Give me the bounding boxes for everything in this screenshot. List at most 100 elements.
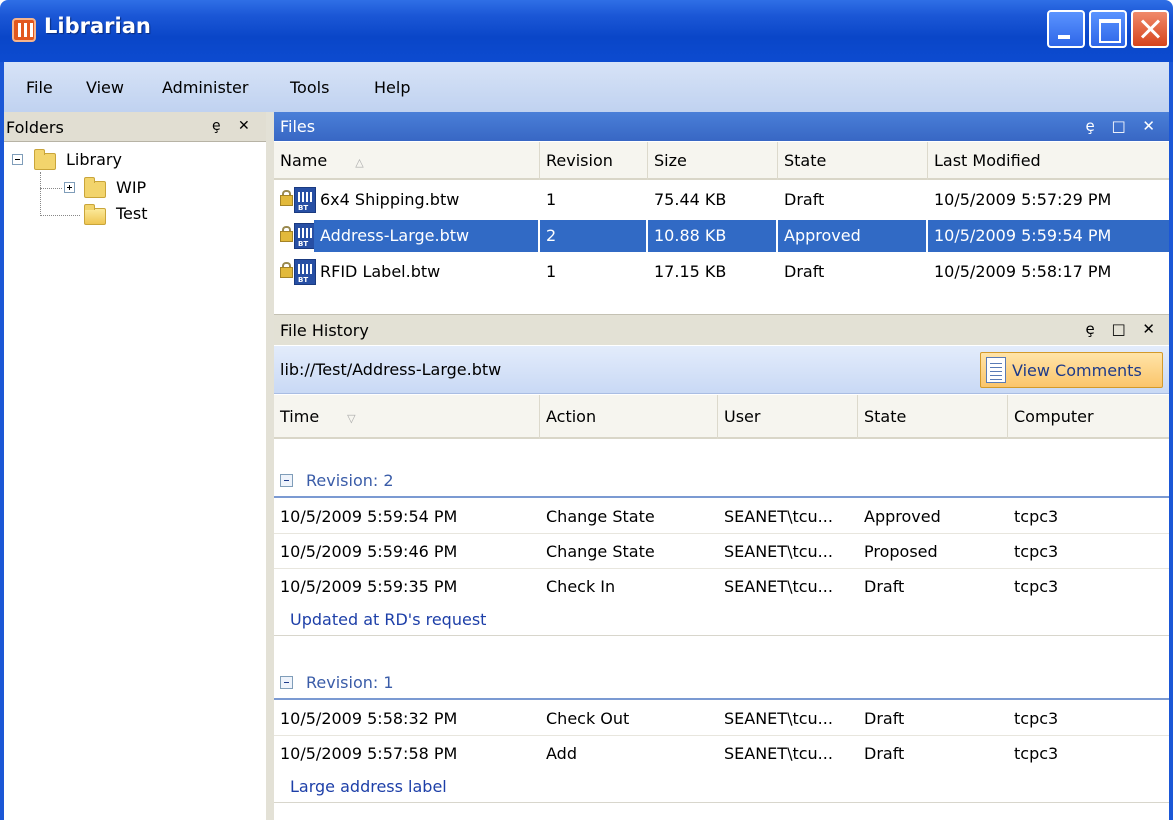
history-time: 10/5/2009 5:57:58 PM	[280, 744, 458, 763]
history-pane-controls-icon[interactable]: ȩ □ ✕	[1085, 320, 1161, 338]
history-computer: tcpc3	[1014, 542, 1059, 561]
sort-asc-icon: △	[355, 156, 364, 169]
view-comments-label: View Comments	[1012, 361, 1142, 380]
history-user: SEANET\tcu...	[724, 709, 833, 728]
tree-node-wip[interactable]: WIP	[116, 178, 146, 197]
files-pane-controls-icon[interactable]: ȩ □ ✕	[1085, 117, 1161, 135]
collapse-group-icon[interactable]	[280, 676, 293, 689]
files-pane-header: Files ȩ □ ✕	[274, 112, 1169, 141]
history-row[interactable]: 10/5/2009 5:59:46 PM Change State SEANET…	[274, 535, 1169, 569]
sort-desc-icon: ▽	[347, 412, 356, 425]
btw-file-icon	[294, 259, 316, 285]
menu-view[interactable]: View	[86, 78, 124, 97]
btw-file-icon	[294, 187, 316, 213]
history-time: 10/5/2009 5:59:46 PM	[280, 542, 458, 561]
column-state[interactable]: State	[858, 395, 1008, 439]
comments-document-icon	[986, 357, 1006, 383]
history-computer: tcpc3	[1014, 507, 1059, 526]
minimize-button[interactable]	[1047, 10, 1085, 48]
file-modified: 10/5/2009 5:58:17 PM	[934, 262, 1112, 281]
tree-node-test[interactable]: Test	[116, 204, 148, 223]
files-title: Files	[280, 117, 316, 136]
file-row-selected[interactable]: Address-Large.btw 2 10.88 KB Approved 10…	[274, 220, 1169, 252]
history-row[interactable]: 10/5/2009 5:57:58 PM Add SEANET\tcu... D…	[274, 737, 1169, 771]
column-name-label: Name	[280, 151, 328, 170]
file-row[interactable]: RFID Label.btw 1 17.15 KB Draft 10/5/200…	[274, 256, 1169, 288]
wip-expand-toggle[interactable]	[64, 182, 75, 193]
history-state: Proposed	[864, 542, 938, 561]
pane-splitter[interactable]	[266, 112, 274, 820]
file-size: 10.88 KB	[648, 220, 776, 252]
column-last-modified[interactable]: Last Modified	[928, 142, 1169, 180]
librarian-app-icon	[12, 18, 36, 42]
revision-comment: Large address label	[274, 771, 1169, 803]
column-computer[interactable]: Computer	[1008, 395, 1169, 439]
history-user: SEANET\tcu...	[724, 542, 833, 561]
library-collapse-toggle[interactable]	[12, 154, 23, 165]
history-time: 10/5/2009 5:58:32 PM	[280, 709, 458, 728]
history-state: Draft	[864, 709, 905, 728]
revision-group-label: Revision: 2	[306, 471, 394, 490]
history-state: Approved	[864, 507, 941, 526]
file-row[interactable]: 6x4 Shipping.btw 1 75.44 KB Draft 10/5/2…	[274, 184, 1169, 216]
column-time[interactable]: Time ▽	[274, 395, 540, 439]
column-action[interactable]: Action	[540, 395, 718, 439]
tree-connector	[40, 172, 41, 216]
file-size: 75.44 KB	[654, 190, 727, 209]
column-user[interactable]: User	[718, 395, 858, 439]
maximize-button[interactable]	[1089, 10, 1127, 48]
view-comments-button[interactable]: View Comments	[980, 352, 1163, 388]
tree-node-library[interactable]: Library	[66, 150, 122, 169]
history-action: Change State	[546, 507, 655, 526]
window-title: Librarian	[44, 14, 151, 38]
collapse-group-icon[interactable]	[280, 474, 293, 487]
file-history-pane-header: File History ȩ □ ✕	[274, 314, 1169, 345]
column-name[interactable]: Name △	[274, 142, 540, 180]
revision-comment-text: Updated at RD's request	[290, 610, 487, 629]
library-folder-icon	[34, 149, 56, 170]
revision-comment: Updated at RD's request	[274, 604, 1169, 636]
lock-icon	[280, 262, 293, 279]
menu-bar: File View Administer Tools Help	[0, 62, 1173, 112]
folders-close-icon[interactable]: ✕	[238, 118, 250, 134]
history-action: Check Out	[546, 709, 630, 728]
column-state[interactable]: State	[778, 142, 928, 180]
history-row[interactable]: 10/5/2009 5:58:32 PM Check Out SEANET\tc…	[274, 702, 1169, 736]
btw-file-icon	[294, 223, 316, 249]
title-bar[interactable]: Librarian	[0, 0, 1173, 62]
folders-pane-header: Folders ȩ ✕	[4, 112, 266, 142]
revision-group-label: Revision: 1	[306, 673, 394, 692]
history-file-path: lib://Test/Address-Large.btw	[280, 360, 502, 379]
menu-file[interactable]: File	[26, 78, 53, 97]
window-frame-right	[1169, 112, 1173, 820]
menu-administer[interactable]: Administer	[162, 78, 248, 97]
column-time-label: Time	[280, 407, 320, 426]
file-history-title: File History	[280, 321, 369, 340]
revision-group-header[interactable]: Revision: 2	[274, 464, 1169, 498]
history-action: Check In	[546, 577, 616, 596]
tree-connector	[40, 188, 62, 189]
history-computer: tcpc3	[1014, 744, 1059, 763]
history-row[interactable]: 10/5/2009 5:59:54 PM Change State SEANET…	[274, 500, 1169, 534]
file-state: Approved	[778, 220, 926, 252]
menu-tools[interactable]: Tools	[290, 78, 329, 97]
column-revision[interactable]: Revision	[540, 142, 648, 180]
history-time: 10/5/2009 5:59:35 PM	[280, 577, 458, 596]
folders-pin-icon[interactable]: ȩ	[212, 118, 221, 134]
folders-title: Folders	[6, 118, 64, 137]
menu-help[interactable]: Help	[374, 78, 410, 97]
file-state: Draft	[784, 262, 825, 281]
files-column-headers: Name △ Revision Size State Last Modified	[274, 142, 1169, 180]
revision-group-header[interactable]: Revision: 1	[274, 666, 1169, 700]
history-time: 10/5/2009 5:59:54 PM	[280, 507, 458, 526]
lock-icon	[280, 226, 293, 243]
close-button[interactable]	[1131, 10, 1169, 48]
file-name: Address-Large.btw	[314, 220, 538, 252]
revision-comment-text: Large address label	[290, 777, 447, 796]
history-state: Draft	[864, 744, 905, 763]
column-size[interactable]: Size	[648, 142, 778, 180]
history-user: SEANET\tcu...	[724, 744, 833, 763]
history-row[interactable]: 10/5/2009 5:59:35 PM Check In SEANET\tcu…	[274, 570, 1169, 604]
history-action: Change State	[546, 542, 655, 561]
file-modified: 10/5/2009 5:59:54 PM	[928, 220, 1169, 252]
